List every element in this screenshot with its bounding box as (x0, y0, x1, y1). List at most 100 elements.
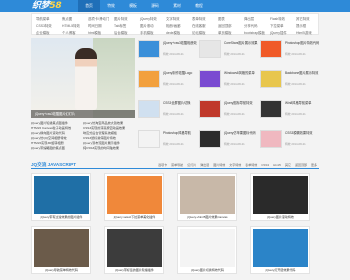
thumb-title[interactable]: jQuery+css3炫酷相册效果代码 (163, 41, 197, 45)
category-link[interactable]: 图表 (218, 16, 225, 21)
thumb-image[interactable] (199, 100, 221, 118)
section-tab[interactable]: CSS3 (259, 161, 271, 169)
thumb-title[interactable]: Windows8风格的菜单 (224, 71, 258, 75)
nav-item-tutorials[interactable]: 教程 (188, 0, 210, 12)
news-link[interactable]: 纯CSS3实现的时间轴效果 (83, 146, 135, 151)
thumb-title[interactable]: Win8风格导航菜单 (285, 101, 319, 105)
category-link[interactable]: 文字特效 (166, 16, 180, 21)
category-link[interactable]: 时间日期 (88, 23, 102, 28)
effect-card[interactable]: jQuery+html5图片效果Canvas (177, 173, 237, 221)
section-tab[interactable]: 表单特效 (243, 161, 259, 169)
category-link[interactable]: 后台模板 (114, 30, 128, 35)
thumb-title[interactable]: Backbone图片展示特效 (285, 71, 319, 75)
thumb-image[interactable] (138, 70, 160, 88)
category-link[interactable]: CSS3特效 (36, 23, 52, 28)
card-title[interactable]: jQuery图片滚动特效 (253, 215, 308, 220)
thumb-title[interactable]: jQuery制作炫酷Logo (163, 71, 197, 75)
thumb-image[interactable] (199, 40, 221, 58)
card-title[interactable]: jQuery带标签的图片轮播插件 (107, 268, 162, 273)
section-tab[interactable]: 文字特效 (227, 161, 243, 169)
category-link[interactable]: 提示框 (296, 23, 306, 28)
category-link[interactable]: 返回顶部 (218, 23, 232, 28)
focus-banner[interactable]: jQuery+css3炫酷图片幻灯片 (31, 38, 135, 118)
section-tab[interactable]: 更多 (309, 161, 319, 169)
card-title[interactable]: jQuery导航菜单特效代码 (34, 268, 89, 273)
category-link[interactable]: 其它特效 (296, 16, 310, 21)
category-link[interactable]: bootstrap模板 (244, 30, 265, 35)
section-tab[interactable]: 返回顶部 (293, 161, 309, 169)
category-link[interactable]: 选项卡/滑动门 (88, 16, 109, 21)
effect-card[interactable]: jQuery select下拉菜单美化插件 (104, 173, 164, 221)
thumb-image[interactable] (138, 130, 160, 148)
section-tabs: 选项卡 菜单导航 幻灯片 弹出层 图片特效 文字特效 表单特效 CSS3 Html5 其它 返回顶部… (156, 161, 319, 169)
nav-item-materials[interactable]: 素材 (166, 0, 188, 12)
nav-item-templates[interactable]: 模板 (122, 0, 144, 12)
category-link[interactable]: 图片特效 (114, 16, 128, 21)
card-preview-image (34, 176, 89, 214)
category-link[interactable]: Html5游戏 (296, 30, 312, 35)
category-link[interactable]: 相册/画廊 (166, 23, 181, 28)
category-link[interactable]: jQuery插件 (270, 30, 287, 35)
card-title[interactable]: jQuery打开层效果代码 (253, 268, 308, 273)
category-link[interactable]: 焦点图 (62, 16, 72, 21)
effect-card[interactable]: jQuery图片切换特效代码 (177, 226, 237, 274)
thumb-image[interactable] (138, 40, 160, 58)
section-tab[interactable]: 菜单导航 (169, 161, 185, 169)
category-link[interactable]: 手机模板 (140, 30, 154, 35)
category-link[interactable]: 论坛模板 (192, 30, 206, 35)
thumb-image[interactable] (138, 100, 160, 118)
category-link[interactable]: 个人博客 (62, 30, 76, 35)
effect-card[interactable]: jQuery带标签的图片轮播插件 (104, 226, 164, 274)
category-link[interactable]: 弹出层 (244, 16, 254, 21)
category-link[interactable]: jQuery特效 (140, 16, 157, 21)
category-link[interactable]: dede模板 (166, 30, 180, 35)
category-link[interactable]: Flash特效 (270, 16, 285, 21)
card-preview-image (34, 229, 89, 267)
category-link[interactable]: 图片滚动 (140, 23, 154, 28)
nav-item-home[interactable]: 首页 (78, 0, 100, 12)
section-tab[interactable]: 其它 (283, 161, 293, 169)
category-link[interactable]: 下拉菜单 (270, 23, 284, 28)
thumb-image[interactable] (260, 130, 282, 148)
effect-card[interactable]: jQuery图片滚动特效 (250, 173, 310, 221)
section-tab[interactable]: Html5 (271, 161, 283, 169)
thumb-image[interactable] (260, 70, 282, 88)
section-tab[interactable]: 选项卡 (156, 161, 169, 169)
section-tab[interactable]: 图片特效 (211, 161, 227, 169)
card-title[interactable]: jQuery select下拉菜单美化插件 (107, 215, 162, 220)
thumb-image[interactable] (260, 100, 282, 118)
news-link[interactable]: jQuery带缩略图的焦点图 (31, 146, 83, 151)
thumb-title[interactable]: CoreStars图片展示效果 (224, 41, 258, 45)
thumb-image[interactable] (199, 70, 221, 88)
category-link[interactable]: 单页模板 (218, 30, 232, 35)
card-title[interactable]: jQuery带有过渡效果的图片插件 (34, 215, 89, 220)
section-tab[interactable]: 弹出层 (198, 161, 211, 169)
category-link[interactable]: html模板 (88, 30, 101, 35)
card-preview-image (180, 176, 235, 214)
thumb-title[interactable]: Photoshop图片特效代码 (285, 41, 319, 45)
category-link[interactable]: HTML5特效 (62, 23, 80, 28)
thumb-image[interactable] (260, 40, 282, 58)
nav-item-source[interactable]: 源码 (144, 0, 166, 12)
thumb-title[interactable]: CSS3全屏图片切换 (163, 101, 197, 105)
thumb-title[interactable]: CSS3模糊效果特效 (285, 131, 319, 135)
category-link[interactable]: 表单特效 (192, 16, 206, 21)
nav-item-effects[interactable]: 特效 (100, 0, 122, 12)
effect-card[interactable]: jQuery导航菜单特效代码 (31, 226, 91, 274)
section-tab[interactable]: 幻灯片 (185, 161, 198, 169)
card-title[interactable]: jQuery+html5图片效果Canvas (180, 215, 235, 220)
category-link[interactable]: 企业模板 (36, 30, 50, 35)
category-link[interactable]: Tab标签 (114, 23, 126, 28)
effect-card[interactable]: jQuery打开层效果代码 (250, 226, 310, 274)
card-title[interactable]: jQuery图片切换特效代码 (180, 268, 235, 273)
thumb-image[interactable] (199, 130, 221, 148)
category-link[interactable]: 分享代码 (244, 23, 258, 28)
site-logo[interactable]: 织梦58 (32, 1, 68, 11)
category-link[interactable]: 导航菜单 (36, 16, 50, 21)
category-link[interactable]: 在线客服 (192, 23, 206, 28)
thumb-title[interactable]: Photoshop风格导航 (163, 131, 197, 135)
banner-foliage (93, 38, 135, 118)
thumb-title[interactable]: jQuery仿苹果图标代码 (224, 131, 258, 135)
effect-card[interactable]: jQuery带有过渡效果的图片插件 (31, 173, 91, 221)
thumb-title[interactable]: jQuery图标导航特效 (224, 101, 258, 105)
